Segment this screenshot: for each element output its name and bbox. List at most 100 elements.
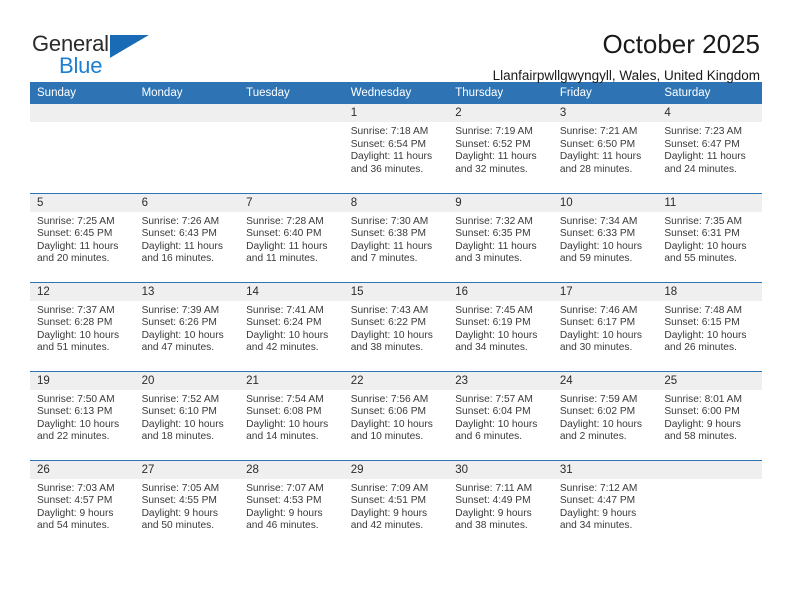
sunrise-text: Sunrise: 7:23 AM bbox=[664, 126, 742, 137]
day-details: Sunrise: 7:52 AM Sunset: 6:10 PM Daylight:… bbox=[135, 390, 240, 444]
day-number bbox=[30, 104, 135, 122]
day-number: 25 bbox=[657, 371, 762, 390]
sunrise-text: Sunrise: 7:19 AM bbox=[455, 126, 533, 137]
day-details: Sunrise: 7:59 AM Sunset: 6:02 PM Daylight:… bbox=[553, 390, 658, 444]
sunset-text: Sunset: 6:52 PM bbox=[455, 138, 531, 150]
sunrise-text: Sunrise: 7:50 AM bbox=[37, 393, 115, 405]
page-subtitle: Llanfairpwllgwyngyll, Wales, United King… bbox=[492, 68, 760, 84]
calendar-day-cell[interactable]: 27 Sunrise: 7:05 AM Sunset: 4:55 PM Dayligh… bbox=[134, 459, 240, 549]
daylight-text-line2: and 50 minutes. bbox=[141, 520, 215, 532]
brand-logo: General Blue bbox=[32, 28, 149, 77]
sunrise-text: Sunrise: 7:30 AM bbox=[350, 215, 429, 227]
sunrise-text: Sunrise: 7:54 AM bbox=[246, 393, 324, 405]
day-number: 30 bbox=[448, 460, 553, 479]
calendar-day-cell[interactable]: 8 Sunrise: 7:30 AM Sunset: 6:38 PM Daylight… bbox=[343, 192, 449, 282]
day-details: Sunrise: 7:25 AM Sunset: 6:45 PM Daylight:… bbox=[30, 212, 135, 266]
calendar-day-cell[interactable]: 7 Sunrise: 7:28 AM Sunset: 6:40 PM Daylight… bbox=[239, 192, 344, 282]
daylight-text-line1: Daylight: 10 hours bbox=[141, 329, 224, 341]
calendar-day-cell[interactable]: 10 Sunrise: 7:34 AM Sunset: 6:33 PM Dayligh… bbox=[552, 192, 658, 282]
sunset-text: Sunset: 6:54 PM bbox=[350, 138, 427, 150]
day-details: Sunrise: 7:11 AM Sunset: 4:49 PM Daylight:… bbox=[448, 479, 553, 533]
calendar-day-cell-empty bbox=[134, 104, 240, 193]
calendar-day-cell[interactable]: 12 Sunrise: 7:37 AM Sunset: 6:28 PM Dayligh… bbox=[30, 281, 135, 371]
sunrise-text: Sunrise: 7:39 AM bbox=[141, 304, 220, 316]
sunrise-text: Sunrise: 7:21 AM bbox=[559, 126, 638, 137]
daylight-text-line2: and 16 minutes. bbox=[141, 253, 215, 265]
calendar-day-cell[interactable]: 2 Sunrise: 7:19 AM Sunset: 6:52 PM Daylight… bbox=[448, 104, 553, 193]
sunset-text: Sunset: 4:47 PM bbox=[559, 495, 636, 507]
calendar-day-cell[interactable]: 22 Sunrise: 7:56 AM Sunset: 6:06 PM Dayligh… bbox=[343, 370, 449, 460]
calendar-day-cell[interactable]: 30 Sunrise: 7:11 AM Sunset: 4:49 PM Dayligh… bbox=[448, 459, 553, 549]
calendar-day-cell[interactable]: 13 Sunrise: 7:39 AM Sunset: 6:26 PM Dayligh… bbox=[134, 281, 240, 371]
daylight-text-line2: and 20 minutes. bbox=[37, 253, 110, 265]
page-header: General Blue October 2025 Llanfairpwllgw… bbox=[0, 0, 792, 83]
daylight-text-line2: and 34 minutes. bbox=[559, 520, 633, 532]
calendar-day-cell[interactable]: 31 Sunrise: 7:12 AM Sunset: 4:47 PM Dayligh… bbox=[552, 459, 658, 549]
day-number: 26 bbox=[30, 460, 135, 479]
sunset-text: Sunset: 4:57 PM bbox=[37, 495, 113, 507]
daylight-text-line2: and 46 minutes. bbox=[246, 520, 319, 532]
calendar-day-cell[interactable]: 26 Sunrise: 7:03 AM Sunset: 4:57 PM Dayligh… bbox=[30, 459, 135, 549]
sunset-text: Sunset: 4:51 PM bbox=[350, 495, 427, 507]
sunset-text: Sunset: 6:40 PM bbox=[246, 228, 322, 240]
calendar-day-cell[interactable]: 1 Sunrise: 7:18 AM Sunset: 6:54 PM Daylight… bbox=[343, 104, 449, 193]
calendar-day-cell-empty bbox=[30, 104, 135, 193]
day-number: 5 bbox=[30, 193, 135, 212]
sunrise-text: Sunrise: 7:56 AM bbox=[350, 393, 429, 405]
sunset-text: Sunset: 6:04 PM bbox=[455, 406, 531, 418]
calendar-day-cell[interactable]: 5 Sunrise: 7:25 AM Sunset: 6:45 PM Daylight… bbox=[30, 192, 135, 282]
calendar-day-cell[interactable]: 23 Sunrise: 7:57 AM Sunset: 6:04 PM Dayligh… bbox=[448, 370, 553, 460]
sunrise-text: Sunrise: 8:01 AM bbox=[664, 393, 742, 405]
calendar-day-cell[interactable]: 6 Sunrise: 7:26 AM Sunset: 6:43 PM Daylight… bbox=[134, 192, 240, 282]
daylight-text-line2: and 24 minutes. bbox=[664, 163, 737, 175]
day-details: Sunrise: 7:32 AM Sunset: 6:35 PM Daylight:… bbox=[448, 212, 553, 266]
calendar-day-cell[interactable]: 9 Sunrise: 7:32 AM Sunset: 6:35 PM Daylight… bbox=[448, 192, 553, 282]
sunset-text: Sunset: 6:33 PM bbox=[559, 228, 636, 240]
calendar-day-cell[interactable]: 20 Sunrise: 7:52 AM Sunset: 6:10 PM Dayligh… bbox=[134, 370, 240, 460]
day-number bbox=[239, 104, 344, 122]
calendar-day-cell[interactable]: 15 Sunrise: 7:43 AM Sunset: 6:22 PM Dayligh… bbox=[343, 281, 449, 371]
calendar-day-cell[interactable]: 17 Sunrise: 7:46 AM Sunset: 6:17 PM Dayligh… bbox=[552, 281, 658, 371]
day-number: 7 bbox=[239, 193, 344, 212]
day-number: 27 bbox=[134, 460, 240, 479]
day-number: 6 bbox=[134, 193, 240, 212]
day-details: Sunrise: 7:50 AM Sunset: 6:13 PM Daylight:… bbox=[30, 390, 135, 444]
calendar-day-cell[interactable]: 18 Sunrise: 7:48 AM Sunset: 6:15 PM Dayligh… bbox=[657, 281, 762, 371]
daylight-text-line1: Daylight: 10 hours bbox=[246, 418, 329, 430]
sunrise-text: Sunrise: 7:35 AM bbox=[664, 215, 742, 227]
calendar-day-cell[interactable]: 4 Sunrise: 7:23 AM Sunset: 6:47 PM Daylight… bbox=[657, 104, 762, 193]
daylight-text-line2: and 42 minutes. bbox=[350, 520, 424, 532]
day-number: 9 bbox=[448, 193, 553, 212]
daylight-text-line1: Daylight: 10 hours bbox=[455, 329, 538, 341]
calendar-day-cell[interactable]: 11 Sunrise: 7:35 AM Sunset: 6:31 PM Dayligh… bbox=[657, 192, 762, 282]
day-number: 28 bbox=[239, 460, 344, 479]
daylight-text-line1: Daylight: 10 hours bbox=[141, 418, 224, 430]
day-number: 19 bbox=[30, 371, 135, 390]
day-details: Sunrise: 7:18 AM Sunset: 6:54 PM Daylight:… bbox=[344, 122, 449, 176]
calendar-day-cell[interactable]: 25 Sunrise: 8:01 AM Sunset: 6:00 PM Dayligh… bbox=[657, 370, 762, 460]
sunset-text: Sunset: 4:55 PM bbox=[141, 495, 217, 507]
calendar-day-cell[interactable]: 3 Sunrise: 7:21 AM Sunset: 6:50 PM Daylight… bbox=[552, 104, 658, 193]
calendar-day-cell-empty bbox=[657, 459, 762, 549]
calendar-day-cell[interactable]: 14 Sunrise: 7:41 AM Sunset: 6:24 PM Dayligh… bbox=[239, 281, 344, 371]
calendar-day-cell[interactable]: 24 Sunrise: 7:59 AM Sunset: 6:02 PM Dayligh… bbox=[552, 370, 658, 460]
sunset-text: Sunset: 6:06 PM bbox=[350, 406, 427, 418]
daylight-text-line2: and 7 minutes. bbox=[350, 253, 418, 265]
calendar-day-cell[interactable]: 16 Sunrise: 7:45 AM Sunset: 6:19 PM Dayligh… bbox=[448, 281, 553, 371]
day-number: 17 bbox=[552, 282, 658, 301]
sunset-text: Sunset: 6:15 PM bbox=[664, 317, 740, 329]
day-number: 2 bbox=[448, 104, 553, 122]
daylight-text-line1: Daylight: 11 hours bbox=[664, 151, 746, 163]
calendar-day-cell[interactable]: 29 Sunrise: 7:09 AM Sunset: 4:51 PM Dayligh… bbox=[343, 459, 449, 549]
daylight-text-line1: Daylight: 9 hours bbox=[246, 507, 323, 519]
day-details: Sunrise: 7:37 AM Sunset: 6:28 PM Daylight:… bbox=[30, 301, 135, 355]
calendar-day-cell[interactable]: 28 Sunrise: 7:07 AM Sunset: 4:53 PM Dayligh… bbox=[239, 459, 344, 549]
daylight-text-line2: and 54 minutes. bbox=[37, 520, 110, 532]
calendar-day-cell[interactable]: 19 Sunrise: 7:50 AM Sunset: 6:13 PM Dayligh… bbox=[30, 370, 135, 460]
day-number: 14 bbox=[239, 282, 344, 301]
day-number: 12 bbox=[30, 282, 135, 301]
daylight-text-line1: Daylight: 10 hours bbox=[455, 418, 538, 430]
day-number: 1 bbox=[343, 104, 449, 122]
daylight-text-line2: and 55 minutes. bbox=[664, 253, 737, 265]
calendar-day-cell[interactable]: 21 Sunrise: 7:54 AM Sunset: 6:08 PM Dayligh… bbox=[239, 370, 344, 460]
